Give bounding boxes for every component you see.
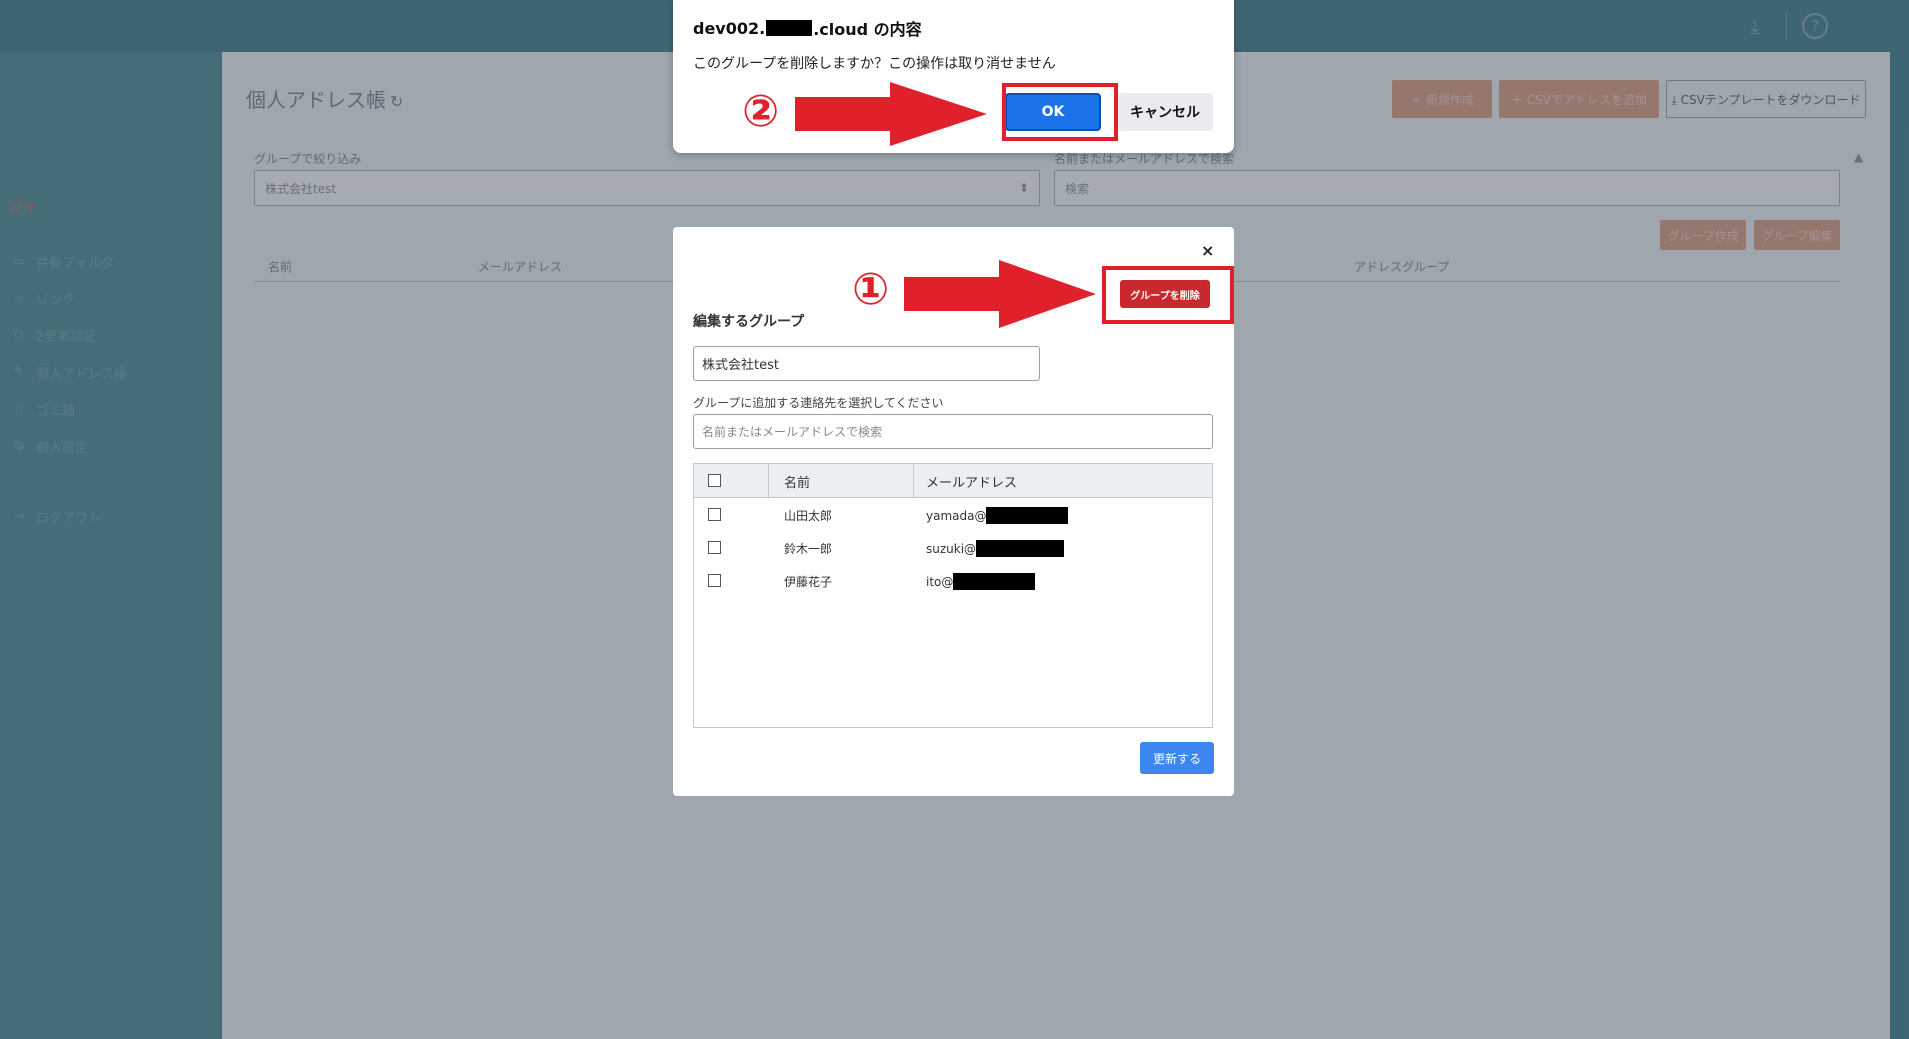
arrow-step-1: [904, 260, 1096, 328]
annotation-arrows: [795, 82, 1096, 328]
arrow-step-2: [795, 82, 987, 146]
